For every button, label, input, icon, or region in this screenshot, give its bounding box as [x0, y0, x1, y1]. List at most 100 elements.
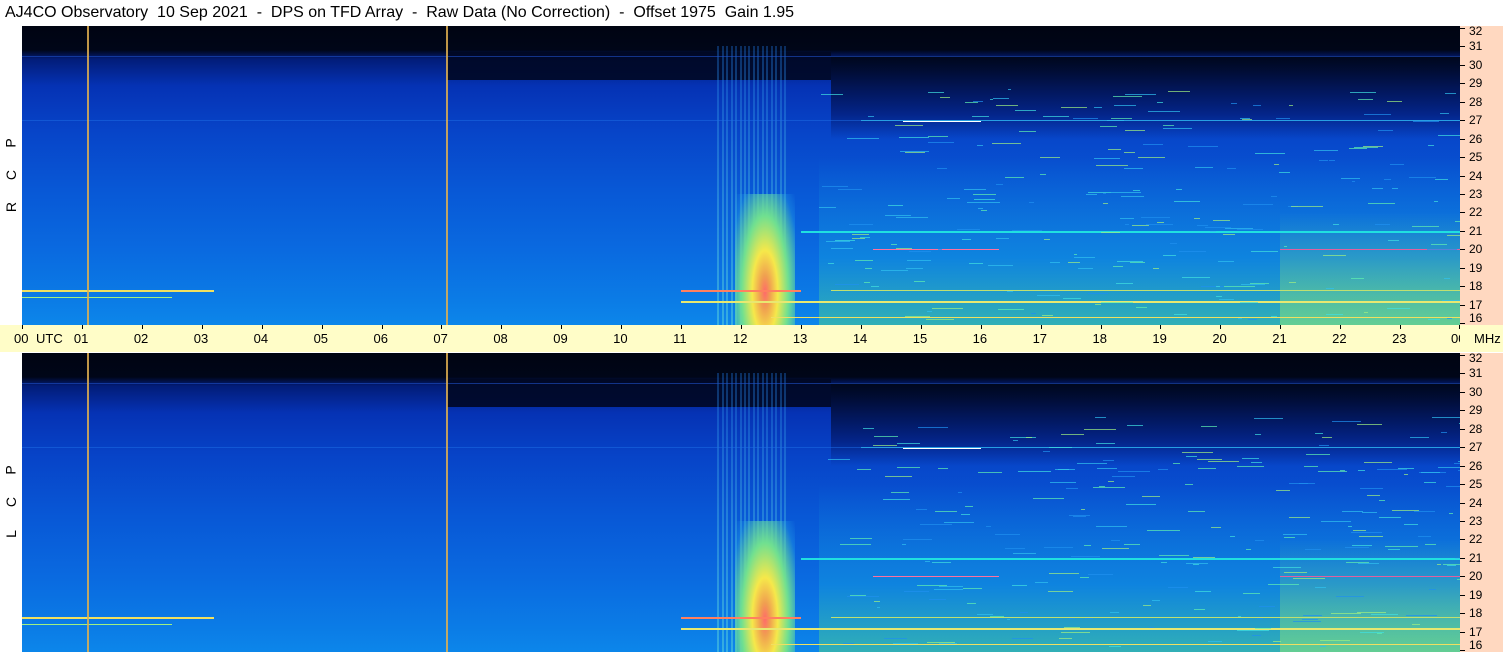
- rcp-letter: P: [3, 138, 19, 148]
- time-tick-label: 12: [733, 331, 748, 346]
- signal-speckle: [1446, 234, 1460, 236]
- signal-speckle: [1340, 469, 1346, 471]
- jupiter-burst: [735, 193, 795, 325]
- signal-speckle: [1428, 145, 1434, 147]
- signal-speckle: [1168, 91, 1191, 93]
- signal-speckle: [1437, 466, 1460, 468]
- signal-speckle: [1326, 313, 1344, 315]
- signal-speckle: [1274, 164, 1280, 165]
- signal-speckle: [1111, 475, 1135, 477]
- signal-speckle: [899, 136, 929, 138]
- signal-speckle: [1175, 188, 1183, 190]
- signal-speckle: [1113, 105, 1137, 107]
- signal-speckle: [1270, 195, 1277, 197]
- signal-speckle: [1064, 627, 1081, 629]
- signal-speckle: [1318, 444, 1330, 446]
- signal-speckle: [1096, 164, 1128, 166]
- signal-speckle: [1108, 149, 1122, 151]
- signal-speckle: [857, 468, 872, 470]
- signal-speckle: [1341, 511, 1364, 513]
- signal-speckle: [1152, 600, 1161, 602]
- time-tick-label: 02: [133, 331, 149, 346]
- signal-speckle: [907, 259, 931, 261]
- signal-speckle: [1062, 298, 1082, 300]
- signal-speckle: [1012, 584, 1028, 586]
- signal-speckle: [903, 538, 932, 540]
- signal-speckle: [1270, 315, 1278, 317]
- time-tick-label: 15: [912, 331, 928, 346]
- signal-speckle: [914, 280, 926, 282]
- signal-speckle: [1378, 516, 1402, 518]
- signal-speckle: [1142, 144, 1164, 146]
- time-tick-label: 14: [852, 331, 868, 346]
- lcp-letter: L: [2, 530, 19, 538]
- signal-speckle: [1012, 230, 1043, 232]
- signal-speckle: [1243, 592, 1260, 594]
- signal-speckle: [840, 543, 871, 545]
- signal-speckle: [1025, 437, 1032, 438]
- signal-speckle: [1014, 110, 1036, 112]
- interference-line: [22, 447, 1460, 449]
- interference-line: [830, 616, 1460, 618]
- signal-speckle: [1357, 424, 1382, 426]
- signal-speckle: [1320, 646, 1326, 648]
- freq-tick-label: 29: [1469, 76, 1483, 91]
- signal-speckle: [882, 498, 910, 500]
- signal-speckle: [1224, 285, 1255, 287]
- interference-line: [800, 557, 1460, 560]
- signal-speckle: [1448, 512, 1453, 514]
- signal-speckle: [936, 167, 947, 169]
- signal-speckle: [1074, 256, 1095, 258]
- signal-speckle: [892, 642, 918, 644]
- freq-tick-label: 21: [1469, 223, 1483, 238]
- signal-speckle: [937, 467, 949, 469]
- signal-speckle: [1335, 595, 1364, 597]
- signal-speckle: [1208, 640, 1222, 642]
- signal-speckle: [895, 124, 923, 126]
- freq-tick-label: 20: [1469, 569, 1483, 584]
- burst-stripe: [726, 373, 729, 652]
- signal-speckle: [1438, 135, 1460, 137]
- signal-speckle: [897, 443, 920, 445]
- signal-speckle: [1194, 608, 1205, 610]
- freq-tick-label: 28: [1469, 94, 1483, 109]
- signal-speckle: [1237, 630, 1269, 632]
- signal-speckle: [872, 445, 898, 447]
- signal-speckle: [1441, 432, 1447, 434]
- signal-speckle: [1055, 469, 1075, 471]
- signal-speckle: [1093, 486, 1125, 488]
- signal-speckle: [1111, 118, 1132, 120]
- freq-tick-label: 17: [1469, 297, 1483, 312]
- signal-speckle: [988, 264, 1014, 266]
- signal-speckle: [1351, 532, 1383, 534]
- signal-speckle: [1087, 292, 1108, 294]
- freq-tick-label: 27: [1469, 113, 1483, 128]
- signal-speckle: [1267, 584, 1299, 586]
- signal-speckle: [1182, 277, 1211, 279]
- signal-speckle: [1439, 113, 1450, 115]
- signal-speckle: [934, 511, 958, 513]
- signal-speckle: [1254, 433, 1261, 435]
- signal-speckle: [1058, 638, 1072, 640]
- time-marker: [86, 353, 89, 652]
- signal-speckle: [883, 637, 907, 639]
- signal-speckle: [1103, 459, 1115, 461]
- signal-speckle: [1194, 166, 1213, 168]
- interference-line: [770, 317, 1460, 319]
- signal-speckle: [1030, 312, 1036, 314]
- signal-speckle: [1097, 467, 1118, 469]
- signal-speckle: [871, 286, 879, 288]
- signal-speckle: [1194, 217, 1201, 219]
- signal-speckle: [1443, 278, 1451, 280]
- signal-speckle: [1033, 497, 1065, 499]
- freq-tick-label: 17: [1469, 624, 1483, 639]
- signal-speckle: [1073, 253, 1077, 255]
- signal-speckle: [904, 152, 926, 154]
- signal-speckle: [1218, 299, 1235, 301]
- time-tick-label: 20: [1212, 331, 1227, 346]
- freq-tick-label: 31: [1469, 366, 1483, 381]
- signal-speckle: [1376, 633, 1382, 635]
- signal-speckle: [947, 197, 960, 199]
- signal-speckle: [1187, 510, 1205, 512]
- freq-tick-label: 23: [1469, 513, 1483, 528]
